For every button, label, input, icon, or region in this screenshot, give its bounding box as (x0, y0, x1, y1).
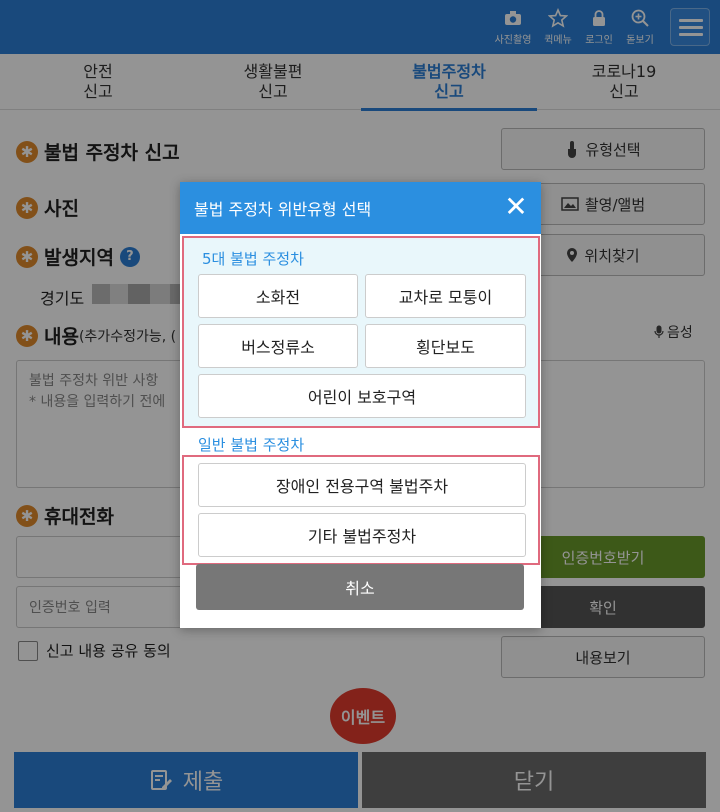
general-violation-group: 장애인 전용구역 불법주차 기타 불법주정차 (182, 455, 540, 565)
main-group-title: 5대 불법 주정차 (202, 250, 304, 268)
modal-title: 불법 주정차 위반유형 선택 (194, 200, 372, 219)
general-group-title: 일반 불법 주정차 (198, 436, 305, 454)
option-intersection-corner[interactable]: 교차로 모퉁이 (365, 274, 526, 318)
main-violation-group: 5대 불법 주정차 소화전 교차로 모퉁이 버스정류소 횡단보도 어린이 보호구… (182, 236, 540, 428)
cancel-label: 취소 (345, 579, 375, 598)
option-crosswalk[interactable]: 횡단보도 (365, 324, 526, 368)
violation-type-modal: 불법 주정차 위반유형 선택 ✕ 5대 불법 주정차 소화전 교차로 모퉁이 버… (180, 182, 541, 628)
option-school-zone[interactable]: 어린이 보호구역 (198, 374, 526, 418)
close-icon[interactable]: ✕ (501, 192, 531, 222)
cancel-button[interactable]: 취소 (196, 564, 524, 610)
option-fire-hydrant[interactable]: 소화전 (198, 274, 358, 318)
option-disabled-parking[interactable]: 장애인 전용구역 불법주차 (198, 463, 526, 507)
option-other-parking[interactable]: 기타 불법주정차 (198, 513, 526, 557)
modal-header: 불법 주정차 위반유형 선택 ✕ (180, 182, 541, 234)
option-bus-stop[interactable]: 버스정류소 (198, 324, 358, 368)
